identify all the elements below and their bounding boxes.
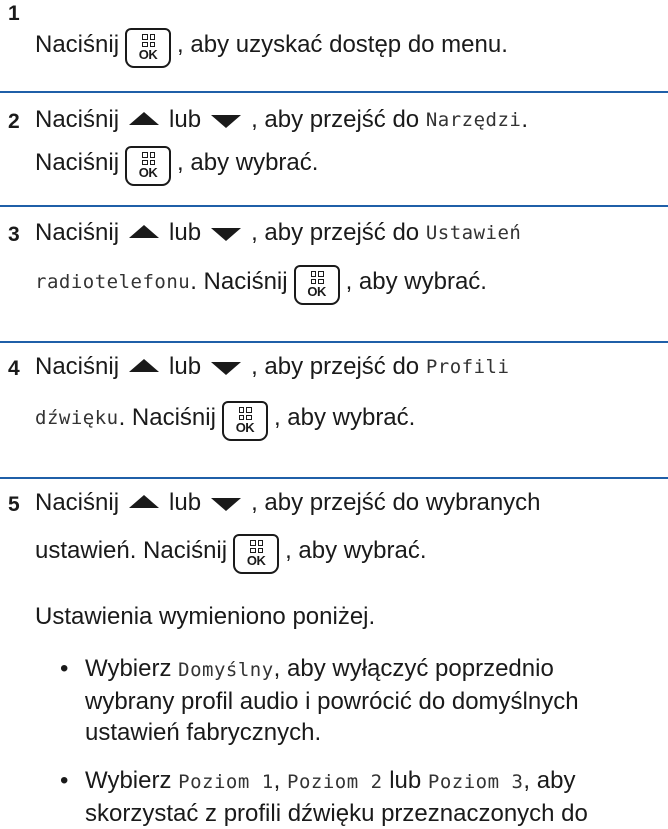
step-4-line-2: dźwięku. Naciśnij OK , aby wybrać. xyxy=(35,401,415,441)
step-separator xyxy=(0,477,668,479)
ok-menu-key-icon: OK xyxy=(293,265,340,305)
step-number: 3 xyxy=(8,223,20,246)
step-separator xyxy=(0,205,668,207)
bullet-item: • Wybierz Poziom 1, Poziom 2 lub Poziom … xyxy=(60,767,588,827)
option-default: Domyślny xyxy=(178,659,274,681)
down-arrow-icon xyxy=(211,114,242,128)
ok-menu-key-icon: OK xyxy=(233,534,280,574)
step-4-line-1: Naciśnij lub , aby przejść do Profili xyxy=(35,353,510,380)
step-5-line-1: Naciśnij lub , aby przejść do wybranych xyxy=(35,489,541,516)
settings-intro: Ustawienia wymieniono poniżej. xyxy=(35,603,376,630)
bullet-dot-icon: • xyxy=(60,655,69,682)
step-separator xyxy=(0,341,668,343)
option-level-2: Poziom 2 xyxy=(287,771,383,793)
option-level-3: Poziom 3 xyxy=(427,771,524,793)
ok-menu-key-icon: OK xyxy=(125,146,172,186)
step-3-line-1: Naciśnij lub , aby przejść do Ustawień xyxy=(35,219,522,246)
option-level-1: Poziom 1 xyxy=(178,771,274,793)
step-separator xyxy=(0,91,668,93)
down-arrow-icon xyxy=(211,497,242,511)
bullet-item: • Wybierz Domyślny, aby wyłączyć poprzed… xyxy=(60,655,579,746)
step-2-line-2: Naciśnij OK , aby wybrać. xyxy=(35,146,318,186)
step-number: 1 xyxy=(8,2,20,25)
down-arrow-icon xyxy=(211,227,242,241)
up-arrow-icon xyxy=(129,224,160,238)
step-5-line-2: ustawień. Naciśnij OK , aby wybrać. xyxy=(35,534,426,574)
up-arrow-icon xyxy=(129,111,160,125)
ok-menu-key-icon: OK xyxy=(125,28,172,68)
bullet-dot-icon: • xyxy=(60,767,69,794)
up-arrow-icon xyxy=(129,358,160,372)
step-number: 5 xyxy=(8,493,20,516)
step-2-line-1: Naciśnij lub , aby przejść do Narzędzi. xyxy=(35,106,529,133)
step-number: 2 xyxy=(8,110,20,133)
up-arrow-icon xyxy=(129,494,160,508)
step-number: 4 xyxy=(8,357,20,380)
down-arrow-icon xyxy=(211,361,242,375)
ok-menu-key-icon: OK xyxy=(221,401,268,441)
step-1-line: Naciśnij OK , aby uzyskać dostęp do menu… xyxy=(35,28,508,68)
step-3-line-2: radiotelefonu. Naciśnij OK , aby wybrać. xyxy=(35,265,487,305)
